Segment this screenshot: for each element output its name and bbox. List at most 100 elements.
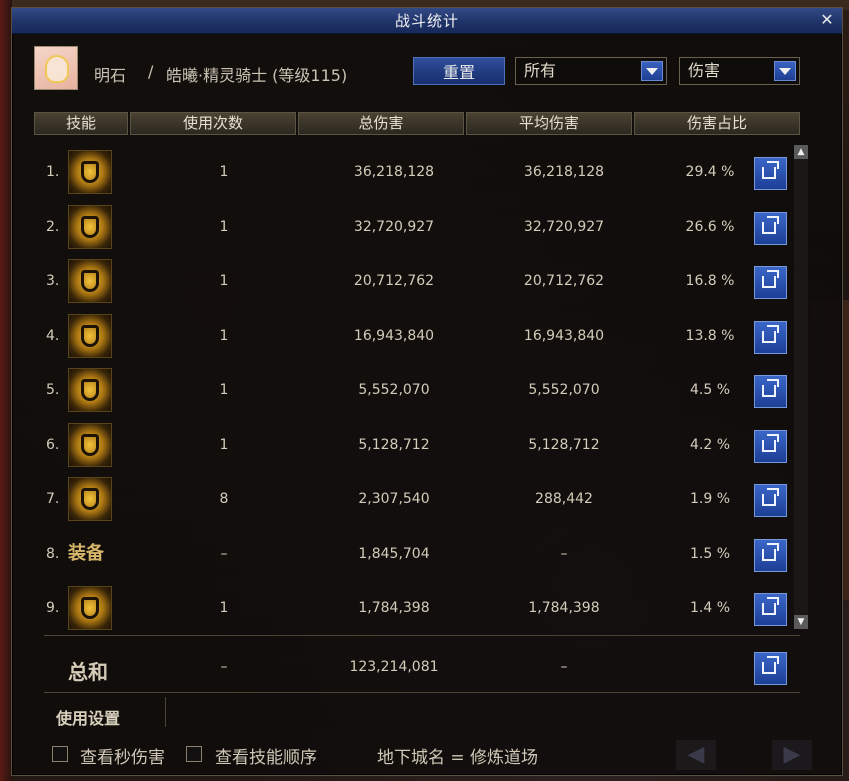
- total-damage: 2,307,540: [358, 491, 430, 507]
- use-count: 1: [219, 219, 229, 235]
- average-damage: 20,712,762: [523, 273, 605, 289]
- share-icon: [762, 656, 779, 674]
- row-number: 4.: [46, 328, 60, 344]
- average-damage: 5,552,070: [528, 382, 600, 398]
- table-row: 2. 1 32,720,927 32,720,927 26.6 %: [34, 200, 800, 254]
- divider: [44, 635, 800, 636]
- use-count: 1: [219, 328, 229, 344]
- scroll-up-icon[interactable]: ▲: [794, 145, 808, 159]
- table-row: 5. 1 5,552,070 5,552,070 4.5 %: [34, 363, 800, 417]
- skill-order-label: 查看技能顺序: [215, 748, 317, 768]
- type-select-value: 所有: [524, 61, 557, 80]
- total-damage: 16,943,840: [353, 328, 435, 344]
- per-second-label: 查看秒伤害: [80, 748, 165, 768]
- next-arrow-icon[interactable]: ▶: [772, 740, 812, 770]
- share-icon: [762, 434, 779, 452]
- share-icon: [762, 543, 779, 561]
- share-button[interactable]: [754, 430, 787, 463]
- total-label: 总和: [68, 660, 108, 684]
- share-icon: [762, 216, 779, 234]
- table-row: 6. 1 5,128,712 5,128,712 4.2 %: [34, 418, 800, 472]
- table-row: 8. 装备 – 1,845,704 – 1.5 %: [34, 527, 800, 581]
- share-icon: [762, 161, 779, 179]
- avatar-face: [45, 55, 69, 83]
- scrollbar[interactable]: [794, 145, 808, 629]
- share-button[interactable]: [754, 157, 787, 190]
- close-icon[interactable]: ✕: [818, 11, 836, 29]
- skill-order-checkbox[interactable]: [186, 746, 202, 762]
- share-button[interactable]: [754, 375, 787, 408]
- total-damage: 36,218,128: [353, 164, 435, 180]
- damage-share: 4.5 %: [689, 382, 731, 398]
- table-row: 1. 1 36,218,128 36,218,128 29.4 %: [34, 145, 800, 199]
- share-icon: [762, 379, 779, 397]
- reset-button[interactable]: 重置: [413, 57, 505, 85]
- share-icon: [762, 325, 779, 343]
- prev-arrow-icon[interactable]: ◀: [676, 740, 716, 770]
- share-button[interactable]: [754, 539, 787, 572]
- title-bar[interactable]: 战斗统计 ✕: [12, 8, 842, 34]
- row-number: 5.: [46, 382, 60, 398]
- row-number: 1.: [46, 164, 60, 180]
- scroll-down-icon[interactable]: ▼: [794, 615, 808, 629]
- total-damage: 5,552,070: [358, 382, 430, 398]
- skill-icon-1: [68, 150, 112, 194]
- row-number: 9.: [46, 600, 60, 616]
- header-share[interactable]: 伤害占比: [634, 112, 800, 135]
- total-damage: 1,784,398: [358, 600, 430, 616]
- average-damage: 1,784,398: [528, 600, 600, 616]
- total-average: –: [560, 659, 568, 675]
- share-button[interactable]: [754, 484, 787, 517]
- skill-icon: [68, 205, 112, 249]
- divider: [44, 692, 800, 693]
- share-button[interactable]: [754, 212, 787, 245]
- share-button[interactable]: [754, 593, 787, 626]
- skill-icon-4: [68, 314, 112, 358]
- total-damage: 5,128,712: [358, 437, 430, 453]
- table-row: 3. 1 20,712,762 20,712,762 16.8 %: [34, 254, 800, 308]
- skill-icon: [68, 150, 112, 194]
- share-button[interactable]: [754, 652, 787, 685]
- damage-share: 1.5 %: [689, 546, 731, 562]
- damage-share: 13.8 %: [685, 328, 735, 344]
- skill-icon-3: [68, 259, 112, 303]
- use-count: 1: [219, 600, 229, 616]
- table-header: 技能 使用次数 总伤害 平均伤害 伤害占比: [34, 112, 800, 135]
- character-class-level: 皓曦·精灵骑士 (等级115): [166, 66, 348, 85]
- row-number: 3.: [46, 273, 60, 289]
- row-number: 7.: [46, 491, 60, 507]
- table-row: 7. 8 2,307,540 288,442 1.9 %: [34, 472, 800, 526]
- metric-select[interactable]: 伤害: [679, 57, 800, 85]
- share-button[interactable]: [754, 321, 787, 354]
- row-number: 6.: [46, 437, 60, 453]
- chevron-down-icon[interactable]: [641, 61, 663, 81]
- share-icon: [762, 270, 779, 288]
- character-separator: /: [148, 62, 154, 81]
- skill-icon: [68, 368, 112, 412]
- use-count: 1: [219, 437, 229, 453]
- chevron-down-icon[interactable]: [774, 61, 796, 81]
- average-damage: –: [560, 546, 568, 562]
- settings-button[interactable]: 使用设置: [56, 705, 120, 729]
- row-number: 8.: [46, 546, 60, 562]
- skill-icon: [68, 314, 112, 358]
- header-uses[interactable]: 使用次数: [130, 112, 296, 135]
- skill-icon-6: [68, 423, 112, 467]
- average-damage: 5,128,712: [528, 437, 600, 453]
- character-name: 明石: [94, 66, 127, 85]
- header-average[interactable]: 平均伤害: [466, 112, 632, 135]
- divider: [165, 697, 166, 727]
- type-select[interactable]: 所有: [515, 57, 667, 85]
- header-skill[interactable]: 技能: [34, 112, 128, 135]
- share-icon: [762, 488, 779, 506]
- total-row: – 123,214,081 –: [34, 640, 800, 694]
- total-uses: –: [220, 659, 228, 675]
- window-title: 战斗统计: [394, 12, 459, 30]
- total-damage: 20,712,762: [353, 273, 435, 289]
- per-second-checkbox[interactable]: [52, 746, 68, 762]
- total-damage: 123,214,081: [349, 659, 439, 675]
- header-total[interactable]: 总伤害: [298, 112, 464, 135]
- skill-icon: [68, 423, 112, 467]
- row-number: 2.: [46, 219, 60, 235]
- share-button[interactable]: [754, 266, 787, 299]
